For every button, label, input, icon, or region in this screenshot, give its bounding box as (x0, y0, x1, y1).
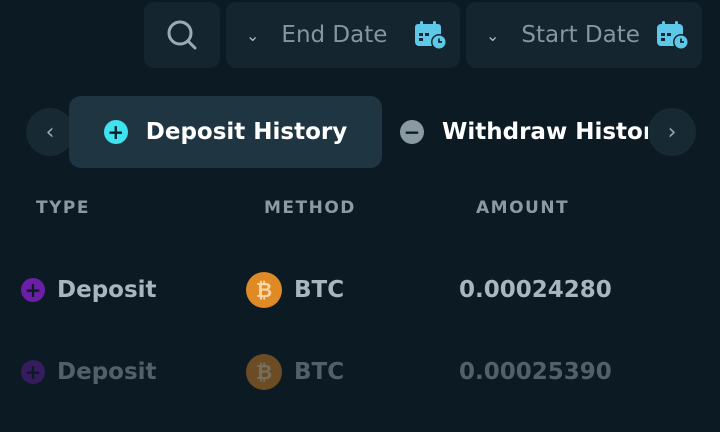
column-header-method: METHOD (264, 198, 356, 218)
tab-label: Deposit History (145, 119, 348, 145)
table-row: + Deposit ₿ BTC 0.00024280 (0, 260, 720, 320)
column-header-amount: AMOUNT (476, 198, 570, 218)
end-date-picker[interactable]: ⌄ End Date (226, 2, 460, 68)
search-button[interactable] (144, 2, 220, 68)
chevron-down-icon: ⌄ (486, 25, 500, 45)
type-label: Deposit (57, 277, 157, 303)
start-date-picker[interactable]: ⌄ Start Date (466, 2, 702, 68)
calendar-icon (657, 21, 689, 50)
method-label: BTC (294, 277, 345, 303)
method-label: BTC (294, 359, 345, 385)
column-header-type: TYPE (36, 198, 90, 218)
tabs-scroll-left-button[interactable]: ‹ (26, 108, 74, 156)
tab-label: Withdraw History (442, 119, 648, 145)
deposit-icon: + (21, 360, 45, 384)
amount-cell: 0.00025390 (459, 359, 612, 385)
bitcoin-icon: ₿ (246, 354, 282, 390)
plus-circle-icon: + (103, 120, 128, 144)
start-date-label: Start Date (521, 22, 640, 48)
type-cell: + Deposit (21, 342, 157, 402)
end-date-label: End Date (281, 22, 388, 48)
chevron-down-icon: ⌄ (246, 25, 260, 45)
table-row: + Deposit ₿ BTC 0.00025390 (0, 342, 720, 402)
search-icon (167, 20, 197, 50)
tabs-scroll-right-button[interactable]: › (648, 108, 696, 156)
type-label: Deposit (57, 359, 157, 385)
amount-cell: 0.00024280 (459, 277, 612, 303)
chevron-right-icon: › (667, 119, 677, 145)
chevron-left-icon: ‹ (45, 119, 55, 145)
method-cell: ₿ BTC (246, 260, 344, 320)
bitcoin-icon: ₿ (246, 272, 282, 308)
type-cell: + Deposit (21, 260, 157, 320)
calendar-icon (415, 21, 447, 50)
method-cell: ₿ BTC (246, 342, 344, 402)
tab-deposit-history[interactable]: + Deposit History (69, 96, 382, 168)
tab-withdraw-history[interactable]: − Withdraw History (400, 96, 648, 168)
deposit-icon: + (21, 278, 45, 302)
minus-circle-icon: − (400, 120, 424, 144)
